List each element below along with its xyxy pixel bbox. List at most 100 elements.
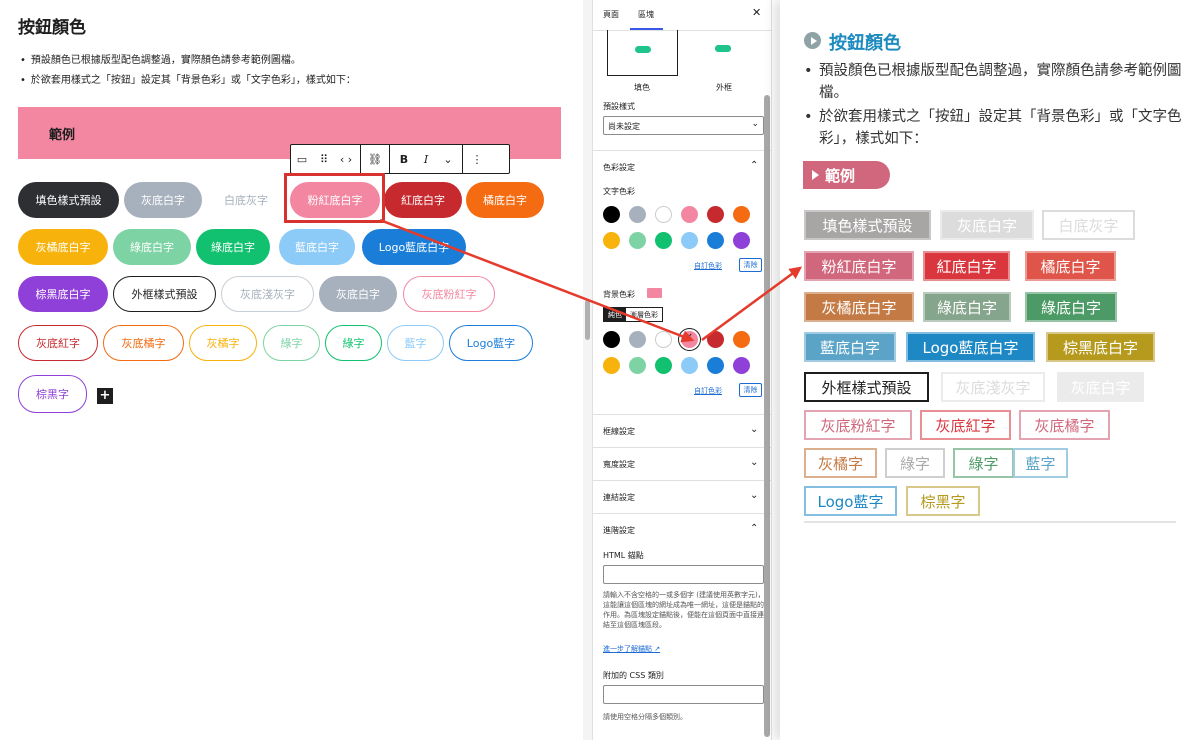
tab-solid-color[interactable]: 純色 [604,308,626,321]
editor-sample-button[interactable]: 綠字 [325,325,382,361]
editor-sample-button[interactable]: Logo藍字 [449,325,533,361]
editor-sample-button[interactable]: 外框樣式預設 [113,276,216,312]
text-color-swatch[interactable] [655,232,672,249]
editor-sample-button[interactable]: 灰底白字 [124,182,202,218]
link-settings-panel-header[interactable]: 連結設定 ⌄ [593,480,771,513]
editor-bullet[interactable]: 於欲套用樣式之「按鈕」設定其「背景色彩」或「文字色彩」，樣式如下： [20,74,356,94]
tab-block[interactable]: 區塊 [638,9,654,20]
preview-sample-button[interactable]: 填色樣式預設 [804,210,931,240]
text-color-swatch[interactable] [655,206,672,223]
preview-sample-button[interactable]: 藍底白字 [804,332,896,362]
text-color-swatch[interactable] [733,206,750,223]
text-color-swatch[interactable] [603,206,620,223]
text-color-clear-button[interactable]: 清除 [739,258,762,272]
text-color-swatch[interactable] [707,232,724,249]
preview-sample-button[interactable]: Logo藍底白字 [906,332,1035,362]
editor-scrollbar-thumb[interactable] [585,300,590,340]
html-anchor-input[interactable] [603,565,764,584]
preview-sample-button[interactable]: 灰底紅字 [920,410,1011,440]
editor-sample-button[interactable]: 紅底白字 [384,182,462,218]
editor-sample-button[interactable]: 藍字 [387,325,444,361]
editor-sample-button[interactable]: 綠底白字 [196,229,270,265]
editor-sample-button[interactable]: 填色樣式預設 [18,182,119,218]
text-color-swatch[interactable] [629,206,646,223]
border-settings-panel-header[interactable]: 框線設定 ⌄ [593,414,771,447]
bg-color-swatch[interactable] [603,331,620,348]
sidebar-scrollbar-thumb[interactable] [764,95,770,737]
preview-sample-button[interactable]: 灰底白字 [1057,372,1144,402]
bg-color-swatch[interactable] [655,331,672,348]
editor-sample-button[interactable]: 灰底粉紅字 [403,276,495,312]
bg-color-swatch[interactable] [707,331,724,348]
text-color-swatch[interactable] [681,232,698,249]
advanced-settings-panel-header[interactable]: 進階設定 ⌃ [593,513,771,546]
text-custom-color-link[interactable]: 自訂色彩 [694,261,722,271]
preview-sample-button[interactable]: 棕黑字 [906,486,980,516]
editor-sample-button[interactable]: 綠底白字 [113,229,191,265]
color-settings-panel-header[interactable]: 色彩設定 ⌃ [593,150,771,183]
bg-color-swatch[interactable] [655,357,672,374]
editor-scrollbar-track[interactable] [583,0,592,740]
tab-page[interactable]: 頁面 [603,9,619,20]
preview-sample-button[interactable]: 棕黑底白字 [1046,332,1155,362]
editor-sample-button[interactable]: 棕黑字 [18,375,87,413]
editor-sample-button[interactable]: 灰底橘字 [103,325,184,361]
bg-custom-color-link[interactable]: 自訂色彩 [694,386,722,396]
italic-button[interactable]: I [415,145,437,173]
bg-color-swatch[interactable] [681,357,698,374]
bg-color-swatch[interactable] [603,357,620,374]
close-icon[interactable]: ✕ [752,6,761,19]
editor-sample-button[interactable]: 灰底紅字 [18,325,98,361]
editor-sample-button[interactable]: 藍底白字 [279,229,355,265]
preview-sample-button[interactable]: 灰底淺灰字 [941,372,1045,402]
preview-sample-button[interactable]: 綠底白字 [1025,292,1117,322]
text-color-swatch[interactable] [629,232,646,249]
editor-sample-button[interactable]: 白底灰字 [208,182,284,218]
editor-sample-button[interactable]: Logo藍底白字 [362,229,466,265]
preview-sample-button[interactable]: 灰底白字 [940,210,1034,240]
style-option-fill[interactable] [607,30,678,76]
button-block-icon[interactable]: ▭ [291,145,313,173]
editor-sample-button[interactable]: 棕黑底白字 [18,276,108,312]
bg-color-swatch[interactable] [733,357,750,374]
preview-sample-button[interactable]: 灰底橘字 [1019,410,1110,440]
preview-sample-button[interactable]: 藍字 [1013,448,1068,478]
editor-sample-button[interactable]: 灰橘字 [189,325,257,361]
editor-sample-button[interactable]: 灰底淺灰字 [221,276,314,312]
bg-color-swatch[interactable] [629,357,646,374]
link-icon[interactable]: ⛓ [364,145,386,173]
bg-color-swatch[interactable]: ✓ [681,331,698,348]
text-color-swatch[interactable] [603,232,620,249]
preview-sample-button[interactable]: 白底灰字 [1042,210,1135,240]
preview-sample-button[interactable]: 綠字 [953,448,1014,478]
editor-bullet[interactable]: 預設顏色已根據版型配色調整過，實際顏色請參考範例圖檔。 [20,54,356,74]
editor-sample-button[interactable]: 灰底白字 [319,276,397,312]
preview-sample-button[interactable]: 綠底白字 [923,292,1011,322]
preview-sample-button[interactable]: 橘底白字 [1025,251,1116,281]
editor-sample-button[interactable]: 灰橘底白字 [18,229,108,265]
editor-heading[interactable]: 按鈕顏色 [18,13,86,38]
text-color-swatch[interactable] [707,206,724,223]
add-block-plus-icon[interactable]: + [97,388,113,404]
block-options-icon[interactable]: ⋮ [466,145,488,173]
drag-handle-icon[interactable]: ⠿ [313,145,335,173]
bg-color-swatch[interactable] [733,331,750,348]
anchor-learn-more-link[interactable]: 進一步了解錨點 ↗ [603,644,660,654]
preview-sample-button[interactable]: 灰橘底白字 [804,292,914,322]
more-formats-chevron-icon[interactable]: ⌄ [437,145,459,173]
preview-sample-button[interactable]: 灰橘字 [804,448,877,478]
bold-button[interactable]: B [393,145,415,173]
preview-sample-button[interactable]: 外框樣式預設 [804,372,929,402]
preset-style-select[interactable]: 尚未設定 ⌄ [603,116,764,135]
preview-sample-button[interactable]: 灰底粉紅字 [804,410,912,440]
move-arrows-icon[interactable]: ‹ › [335,145,357,173]
text-color-swatch[interactable] [733,232,750,249]
width-settings-panel-header[interactable]: 寬度設定 ⌄ [593,447,771,480]
preview-sample-button[interactable]: 綠字 [885,448,945,478]
css-class-input[interactable] [603,685,764,704]
preview-sample-button[interactable]: 粉紅底白字 [804,251,914,281]
bg-color-clear-button[interactable]: 清除 [739,383,762,397]
editor-sample-button[interactable]: 橘底白字 [466,182,544,218]
preview-sample-button[interactable]: Logo藍字 [804,486,897,516]
bg-color-swatch[interactable] [707,357,724,374]
